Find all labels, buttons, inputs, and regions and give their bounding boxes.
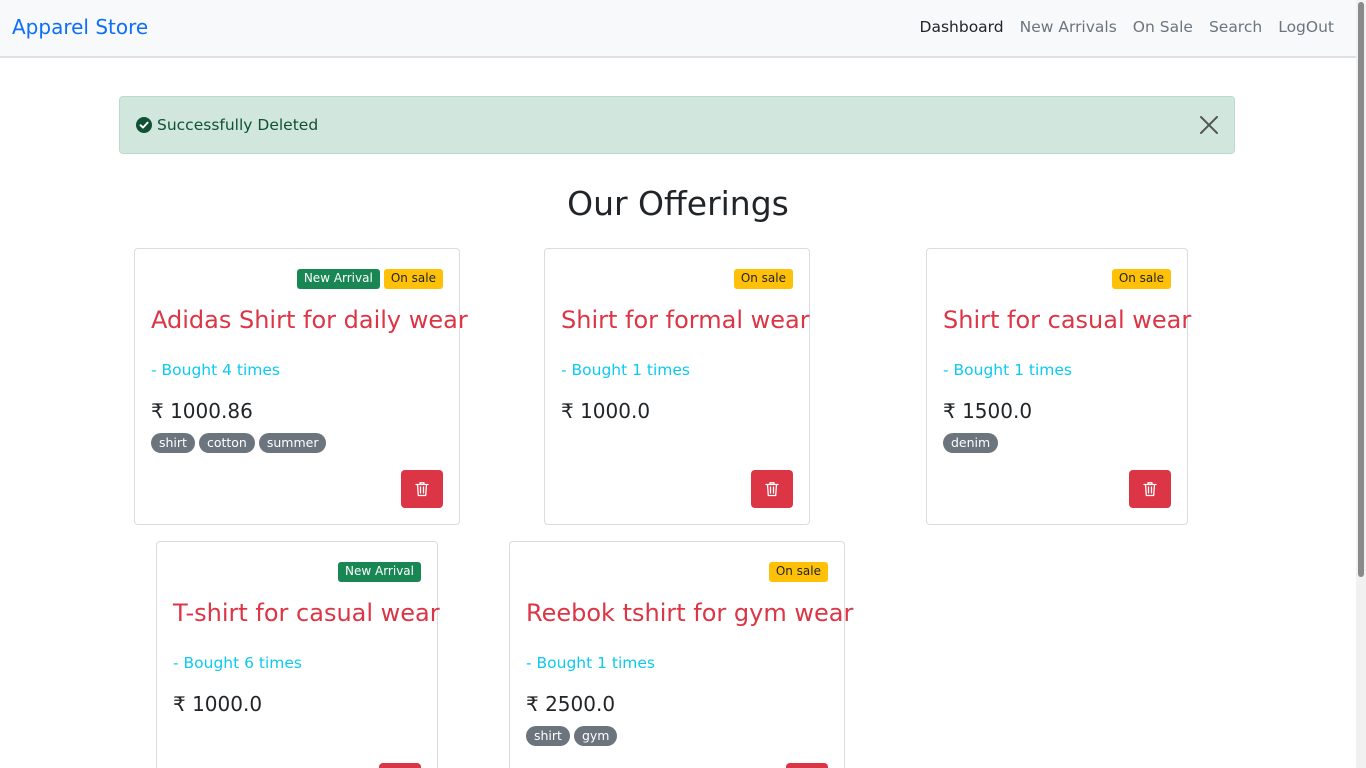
- tag-list: denim: [943, 433, 999, 453]
- product-card: New Arrival T-shirt for casual wear - Bo…: [156, 541, 440, 768]
- tag-pill: summer: [258, 433, 327, 453]
- bought-count: - Bought 4 times: [151, 361, 281, 379]
- bought-count: - Bought 1 times: [526, 654, 656, 672]
- product-card: On sale Shirt for formal wear - Bought 1…: [544, 248, 810, 525]
- page-scrollbar[interactable]: [1356, 0, 1366, 768]
- product-card: New Arrival On sale Adidas Shirt for dai…: [134, 248, 468, 525]
- trash-icon: [1143, 482, 1157, 497]
- alert-message: Successfully Deleted: [157, 116, 319, 134]
- bought-count: - Bought 1 times: [561, 361, 691, 379]
- product-title: Adidas Shirt for daily wear: [151, 306, 468, 334]
- scrollbar-thumb[interactable]: [1358, 2, 1364, 577]
- bought-count: - Bought 1 times: [943, 361, 1073, 379]
- nav-links: Dashboard New Arrivals On Sale Search Lo…: [920, 18, 1334, 36]
- nav-logout[interactable]: LogOut: [1278, 18, 1334, 36]
- tag-list: shirt gym: [526, 726, 618, 746]
- product-title: Shirt for casual wear: [943, 306, 1192, 334]
- product-title: Reebok tshirt for gym wear: [526, 599, 854, 627]
- product-price: ₹ 1000.0: [561, 399, 651, 423]
- badge-group: On sale: [733, 269, 793, 289]
- tag-pill: denim: [943, 433, 999, 453]
- check-circle-icon: [136, 117, 152, 133]
- product-card: On sale Shirt for casual wear - Bought 1…: [926, 248, 1192, 525]
- on-sale-badge: On sale: [768, 562, 828, 582]
- badge-group: New Arrival On sale: [296, 269, 443, 289]
- on-sale-badge: On sale: [383, 269, 443, 289]
- tag-list: shirt cotton summer: [151, 433, 327, 453]
- tag-pill: gym: [573, 726, 618, 746]
- tag-pill: shirt: [526, 726, 570, 746]
- tag-pill: shirt: [151, 433, 195, 453]
- delete-button[interactable]: [401, 470, 443, 508]
- trash-icon: [765, 482, 779, 497]
- page-title: Our Offerings: [567, 184, 789, 223]
- bought-count: - Bought 6 times: [173, 654, 303, 672]
- brand-link[interactable]: Apparel Store: [12, 15, 148, 39]
- product-price: ₹ 1000.86: [151, 399, 253, 423]
- product-card: On sale Reebok tshirt for gym wear - Bou…: [509, 541, 853, 768]
- badge-group: New Arrival: [338, 562, 421, 582]
- nav-new-arrivals[interactable]: New Arrivals: [1020, 18, 1117, 36]
- nav-on-sale[interactable]: On Sale: [1133, 18, 1193, 36]
- product-title: Shirt for formal wear: [561, 306, 810, 334]
- nav-search[interactable]: Search: [1209, 18, 1262, 36]
- delete-button[interactable]: [1129, 470, 1171, 508]
- product-title: T-shirt for casual wear: [173, 599, 440, 627]
- on-sale-badge: On sale: [1111, 269, 1171, 289]
- delete-button[interactable]: [379, 763, 421, 768]
- on-sale-badge: On sale: [733, 269, 793, 289]
- delete-button[interactable]: [751, 470, 793, 508]
- badge-group: On sale: [1111, 269, 1171, 289]
- product-price: ₹ 2500.0: [526, 692, 616, 716]
- trash-icon: [415, 482, 429, 497]
- delete-button[interactable]: [786, 763, 828, 768]
- product-price: ₹ 1500.0: [943, 399, 1033, 423]
- close-icon[interactable]: [1198, 114, 1220, 136]
- new-arrival-badge: New Arrival: [296, 269, 380, 289]
- nav-dashboard[interactable]: Dashboard: [920, 18, 1004, 36]
- badge-group: On sale: [768, 562, 828, 582]
- top-navbar: Apparel Store Dashboard New Arrivals On …: [0, 0, 1356, 58]
- success-alert: Successfully Deleted: [119, 96, 1235, 154]
- tag-pill: cotton: [198, 433, 255, 453]
- new-arrival-badge: New Arrival: [338, 562, 421, 582]
- product-price: ₹ 1000.0: [173, 692, 263, 716]
